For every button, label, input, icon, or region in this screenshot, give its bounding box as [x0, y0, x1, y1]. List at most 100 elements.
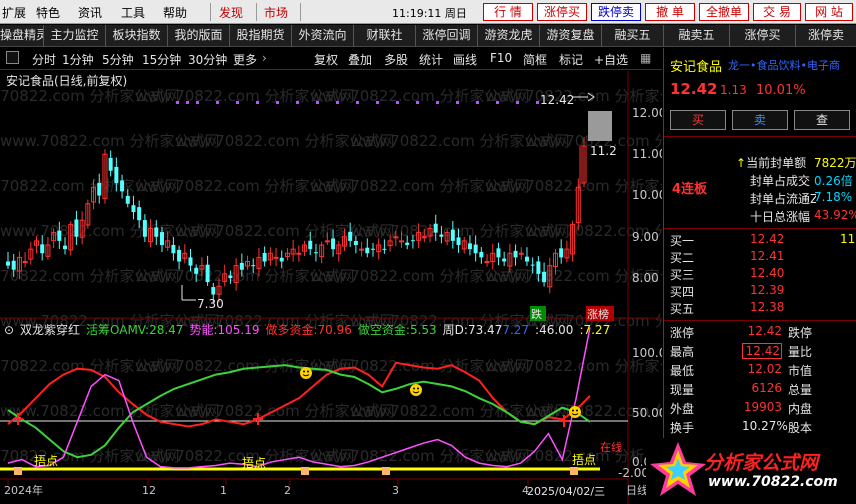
- toolbar-limit-sell[interactable]: 涨停卖: [796, 25, 856, 46]
- indicator-extra: 在线: [600, 440, 622, 454]
- low-price-marker: 7.30: [197, 297, 224, 311]
- smiley-icon: [300, 367, 312, 379]
- toolbar-foreign-flow[interactable]: 外资流向: [292, 25, 354, 46]
- candle: [22, 252, 28, 268]
- period-5min[interactable]: 5分钟: [102, 51, 134, 68]
- chart-title: 安记食品(日线,前复权): [6, 73, 127, 88]
- function-toolbar: 操盘精灵 主力监控 板块指数 我的版面 股指期货 外资流向 财联社 涨停回调 游…: [0, 25, 856, 47]
- candle: [502, 251, 507, 266]
- more-chevron-icon[interactable]: ›: [262, 51, 267, 65]
- menu-market[interactable]: 市场: [264, 4, 288, 21]
- tool-mark[interactable]: 标记: [559, 51, 583, 68]
- candle: [205, 255, 210, 286]
- candle: [513, 244, 518, 266]
- period-1min[interactable]: 1分钟: [62, 51, 94, 68]
- toolbar-margin-sell5[interactable]: 融卖五: [664, 25, 730, 46]
- candle: [336, 240, 342, 262]
- price-highlight-box: [588, 111, 612, 141]
- logo-text: 分析家公式网: [704, 452, 819, 474]
- quote-button[interactable]: 行 情: [483, 3, 533, 21]
- toolbar-sector-index[interactable]: 板块指数: [106, 25, 168, 46]
- trade-button[interactable]: 交 易: [753, 3, 801, 21]
- toolbar-limit-pullback[interactable]: 涨停回调: [416, 25, 478, 46]
- orderbook-row[interactable]: 买二 12.41: [664, 249, 856, 267]
- menu-feature[interactable]: 特色: [36, 4, 60, 21]
- tool-overlay[interactable]: 叠加: [348, 51, 372, 68]
- limit-up-buy-button[interactable]: 涨停买: [537, 3, 587, 21]
- orderbook-row[interactable]: 买三 12.40: [664, 266, 856, 284]
- high-price-marker: 12.42: [540, 93, 574, 107]
- toolbar-elf[interactable]: 操盘精灵: [0, 25, 44, 46]
- quote-row: 外盘 19903 内盘: [670, 400, 813, 416]
- query-button[interactable]: 查: [794, 110, 850, 130]
- layout-toggle-icon[interactable]: [6, 51, 19, 64]
- period-intraday[interactable]: 分时: [32, 51, 56, 68]
- orderbook-row[interactable]: 买一 12.42 11: [664, 232, 856, 250]
- limit-down-sell-button[interactable]: 跌停卖: [591, 3, 641, 21]
- toolbar-my-layout[interactable]: 我的版面: [168, 25, 230, 46]
- candle: [490, 243, 496, 270]
- ind-tick-100: 100.00: [632, 346, 662, 360]
- tool-draw[interactable]: 画线: [453, 51, 477, 68]
- toolbar-hotmoney-rank[interactable]: 游资龙虎: [478, 25, 540, 46]
- last-price-label: 11.2: [590, 144, 617, 158]
- candle: [524, 247, 529, 266]
- date-cursor: 2025/04/02/三: [527, 485, 605, 498]
- candle: [313, 243, 318, 262]
- candle: [182, 244, 188, 264]
- stat-value-2: 7.18%: [814, 190, 853, 204]
- stat-label-0: ↑当前封单额: [736, 156, 807, 170]
- menu-extend[interactable]: 扩展: [2, 4, 26, 21]
- toolbar-limit-buy[interactable]: 涨停买: [730, 25, 796, 46]
- y-tick-8: 8.00: [632, 271, 659, 285]
- ind-tick-50: 50.00: [632, 406, 662, 420]
- buy-button[interactable]: 买: [670, 110, 726, 130]
- menu-news[interactable]: 资讯: [78, 4, 102, 21]
- tool-adjust[interactable]: 复权: [314, 51, 338, 68]
- stat-label-3: 十日总涨幅: [750, 210, 811, 224]
- tool-simple-frame[interactable]: 简框: [523, 51, 547, 68]
- toolbar-hotmoney-review[interactable]: 游资复盘: [540, 25, 602, 46]
- cancel-all-button[interactable]: 全撤单: [699, 3, 749, 21]
- website-button[interactable]: 网 站: [805, 3, 853, 21]
- toolbar-index-futures[interactable]: 股指期货: [230, 25, 292, 46]
- toolbar-cailianshe[interactable]: 财联社: [354, 25, 416, 46]
- menu-discover[interactable]: 发现: [219, 4, 243, 21]
- candle: [564, 240, 570, 263]
- stock-sector: 龙一•食品饮料•电子商: [728, 59, 840, 72]
- menu-tools[interactable]: 工具: [121, 4, 145, 21]
- tool-multi-stock[interactable]: 多股: [384, 51, 408, 68]
- consecutive-limit-badge: 4连板: [672, 182, 708, 197]
- candle: [365, 238, 370, 258]
- quote-row: 涨停 12.42 跌停: [670, 324, 813, 340]
- down-badge: 跌: [531, 307, 542, 321]
- tool-stats[interactable]: 统计: [419, 51, 443, 68]
- candle: [267, 247, 273, 266]
- tool-add-watchlist[interactable]: +自选: [594, 51, 628, 68]
- tool-f10[interactable]: F10: [490, 51, 512, 65]
- indicator-toggle-icon[interactable]: ⊙: [4, 323, 14, 337]
- orderbook-row[interactable]: 买五 12.38: [664, 300, 856, 318]
- stat-value-0: 7822万: [814, 156, 856, 170]
- logo-star-icon: [650, 442, 706, 496]
- kline-chart[interactable]: www.70822.com 分析家公式网www.70822.com 分析家公式网…: [0, 71, 662, 504]
- period-30min[interactable]: 30分钟: [188, 51, 227, 68]
- candle: [376, 238, 382, 260]
- indicator-mark-1: 捂点: [34, 453, 58, 468]
- sell-button[interactable]: 卖: [732, 110, 788, 130]
- candle: [284, 248, 290, 261]
- y-tick-11: 11.00: [632, 147, 662, 161]
- price-change-pct: 10.01%: [756, 83, 806, 98]
- orderbook-row[interactable]: 买四 12.39: [664, 283, 856, 301]
- candle: [484, 253, 490, 267]
- period-15min[interactable]: 15分钟: [142, 51, 181, 68]
- smiley-icon: [569, 406, 581, 418]
- candle: [302, 240, 308, 257]
- toolbar-margin-buy5[interactable]: 融买五: [602, 25, 664, 46]
- menu-help[interactable]: 帮助: [163, 4, 187, 21]
- quote-row: 最高 12.42 量比: [670, 343, 813, 359]
- toolbar-main-monitor[interactable]: 主力监控: [44, 25, 106, 46]
- period-more[interactable]: 更多: [233, 51, 257, 68]
- cancel-order-button[interactable]: 撤 单: [645, 3, 695, 21]
- grid-icon[interactable]: ▦: [640, 51, 651, 65]
